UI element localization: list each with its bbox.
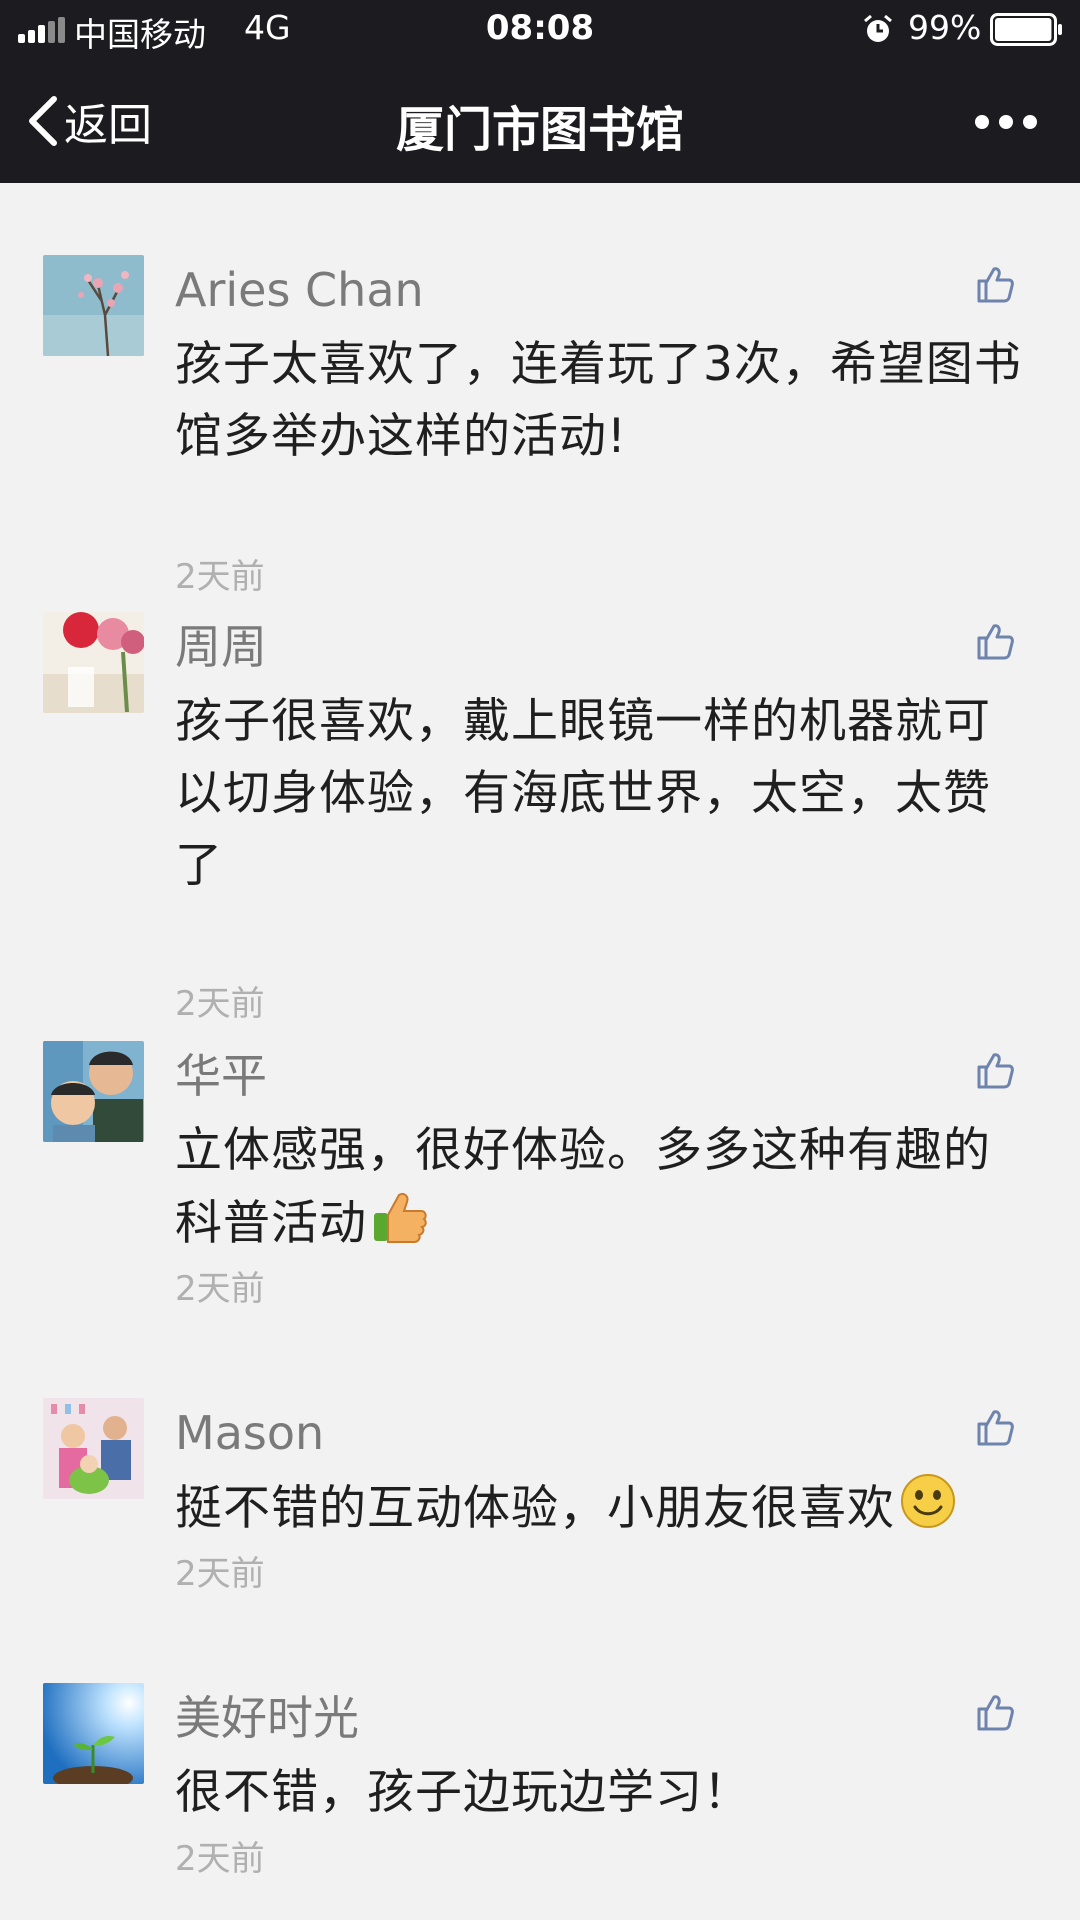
page-title: 厦门市图书馆 bbox=[395, 102, 684, 158]
comment-text: 立体感强，很好体验。多多这种有趣的科普活动 bbox=[175, 1115, 1025, 1260]
comment-text: 孩子太喜欢了，连着玩了3次，希望图书馆多举办这样的活动! bbox=[175, 337, 1022, 464]
nav-bar: 返回 厦门市图书馆 bbox=[0, 60, 1080, 183]
avatar[interactable] bbox=[43, 1683, 144, 1784]
like-icon[interactable] bbox=[975, 1692, 1015, 1732]
like-icon[interactable] bbox=[975, 621, 1015, 661]
avatar[interactable] bbox=[43, 612, 144, 713]
status-bar: 中国移动 4G 08:08 99% bbox=[0, 0, 1080, 60]
back-label: 返回 bbox=[64, 100, 152, 151]
like-icon[interactable] bbox=[975, 1407, 1015, 1447]
like-icon[interactable] bbox=[975, 264, 1015, 304]
comment-text: 很不错，孩子边玩边学习！ bbox=[175, 1765, 751, 1820]
comment-text: 孩子很喜欢，戴上眼镜一样的机器就可以切身体验，有海底世界，太空，太赞了 bbox=[175, 694, 991, 893]
smiley-emoji bbox=[899, 1472, 957, 1530]
commenter-name: 美好时光 bbox=[175, 1691, 359, 1745]
comment-text-body: 立体感强，很好体验。多多这种有趣的科普活动 bbox=[175, 1123, 991, 1251]
commenter-name: Mason bbox=[175, 1406, 325, 1460]
comment-time: 2天前 bbox=[175, 984, 265, 1024]
comment-time: 2天前 bbox=[175, 557, 265, 597]
commenter-name: 周周 bbox=[175, 620, 267, 674]
header: 中国移动 4G 08:08 99% 返回 厦门市图书馆 bbox=[0, 0, 1080, 183]
comment-time: 2天前 bbox=[175, 1839, 265, 1879]
comment-time: 2天前 bbox=[175, 1554, 265, 1594]
comment-text: 挺不错的互动体验，小朋友很喜欢 bbox=[175, 1472, 1025, 1545]
back-button[interactable]: 返回 bbox=[24, 90, 152, 152]
battery-percent: 99% bbox=[908, 8, 982, 47]
thumbs-up-emoji bbox=[371, 1187, 429, 1245]
avatar[interactable] bbox=[43, 255, 144, 356]
comment-time: 2天前 bbox=[175, 1269, 265, 1309]
commenter-name: Aries Chan bbox=[175, 263, 424, 317]
more-dots-icon[interactable] bbox=[972, 102, 1040, 142]
back-chevron-icon bbox=[29, 96, 57, 146]
avatar[interactable] bbox=[43, 1398, 144, 1499]
alarm-icon bbox=[864, 14, 892, 42]
avatar[interactable] bbox=[43, 1041, 144, 1142]
commenter-name: 华平 bbox=[175, 1049, 267, 1103]
comment-text-body: 挺不错的互动体验，小朋友很喜欢 bbox=[175, 1481, 895, 1536]
like-icon[interactable] bbox=[975, 1050, 1015, 1090]
battery-icon bbox=[990, 13, 1062, 46]
